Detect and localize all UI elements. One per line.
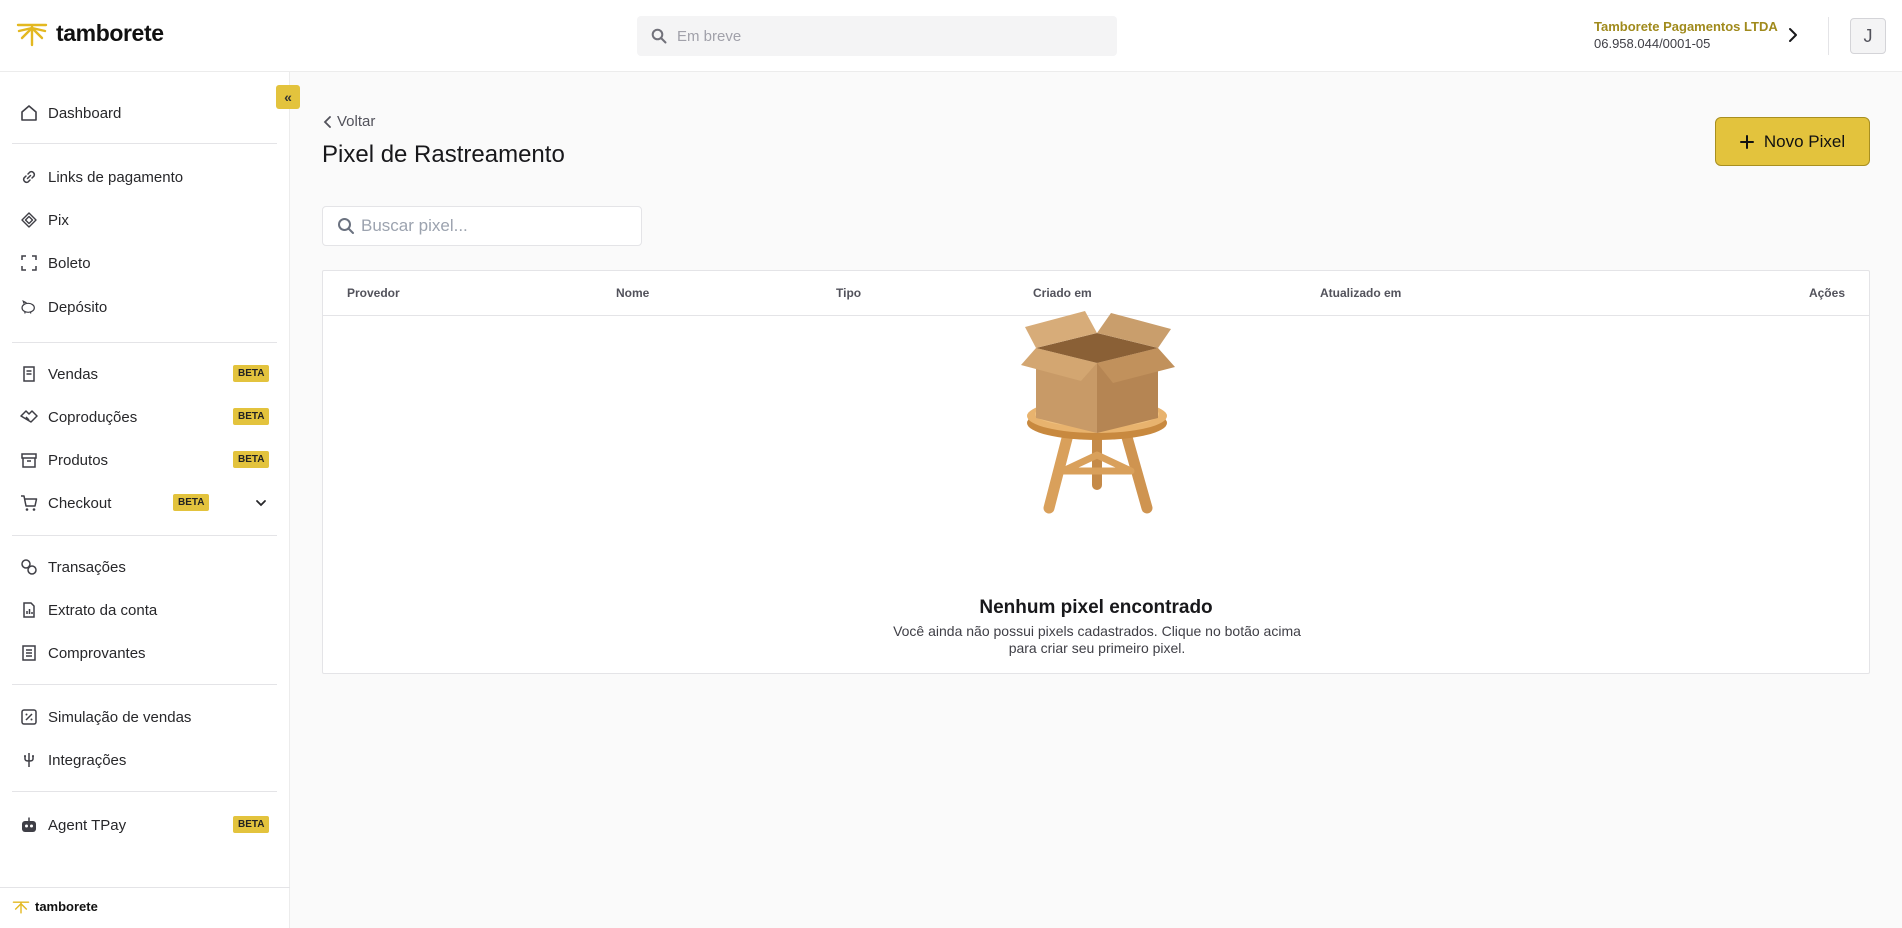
- sidebar-item-label: Integrações: [48, 751, 127, 769]
- list-icon: [20, 644, 38, 662]
- tamborete-logo[interactable]: tamborete: [16, 20, 164, 47]
- beta-badge: BETA: [173, 494, 210, 511]
- sidebar-item-label: Boleto: [48, 254, 91, 272]
- column-header-criado-em: Criado em: [1033, 286, 1092, 300]
- sidebar-item-label: Dashboard: [48, 104, 122, 122]
- pixel-search-placeholder: Buscar pixel...: [361, 216, 468, 235]
- avatar[interactable]: J: [1850, 18, 1886, 54]
- sidebar-item-pix[interactable]: Pix: [20, 205, 270, 235]
- search-icon: [338, 218, 354, 234]
- sidebar-divider: [12, 535, 277, 536]
- pix-icon: [20, 211, 38, 229]
- sidebar-item-label: Checkout: [48, 494, 112, 512]
- sidebar-item-label: Agent TPay: [48, 816, 127, 834]
- sidebar-item-links-de-pagamento[interactable]: Links de pagamento: [20, 162, 270, 192]
- sidebar-item-label: Comprovantes: [48, 644, 146, 662]
- percent-icon: [20, 708, 38, 726]
- barcode-scan-icon: [20, 254, 38, 272]
- sidebar-divider: [12, 791, 277, 792]
- sidebar-item-label: Links de pagamento: [48, 168, 184, 186]
- beta-badge: BETA: [233, 408, 270, 425]
- logo-text: tamborete: [56, 20, 164, 46]
- exchange-icon: [20, 558, 38, 576]
- archive-box-icon: [20, 451, 38, 469]
- chevron-left-icon: [323, 115, 331, 128]
- global-search-placeholder: Em breve: [677, 27, 742, 45]
- pixel-table: Provedor Nome Tipo Criado em Atualizado …: [322, 270, 1870, 674]
- footer-logo-text: tamborete: [35, 899, 98, 914]
- link-icon: [20, 168, 38, 186]
- plug-icon: [20, 751, 38, 769]
- column-header-tipo: Tipo: [836, 286, 862, 300]
- column-header-acoes: Ações: [1808, 286, 1845, 300]
- sidebar-item-deposito[interactable]: Depósito: [20, 292, 270, 322]
- sidebar-divider: [12, 342, 277, 343]
- beta-badge: BETA: [233, 365, 270, 382]
- company-info[interactable]: Tamborete Pagamentos LTDA 06.958.044/000…: [1594, 19, 1778, 51]
- sidebar-item-simulacao-de-vendas[interactable]: Simulação de vendas: [20, 702, 270, 732]
- new-pixel-button[interactable]: Novo Pixel: [1715, 117, 1870, 166]
- sidebar-item-boleto[interactable]: Boleto: [20, 248, 270, 278]
- chevron-down-icon[interactable]: [255, 498, 267, 508]
- sidebar-divider: [12, 143, 277, 144]
- column-header-nome: Nome: [616, 286, 650, 300]
- sidebar-item-label: Extrato da conta: [48, 601, 158, 619]
- global-search-input[interactable]: Em breve: [637, 16, 1117, 56]
- pixel-search-input[interactable]: Buscar pixel...: [322, 206, 642, 246]
- plus-icon: [1739, 134, 1754, 149]
- sidebar-item-label: Coproduções: [48, 408, 138, 426]
- beta-badge: BETA: [233, 816, 270, 833]
- sidebar-item-label: Pix: [48, 211, 69, 229]
- home-icon: [20, 104, 38, 122]
- sidebar-divider: [12, 684, 277, 685]
- empty-box-on-stool-illustration: [1021, 311, 1175, 514]
- chevron-right-icon[interactable]: [1786, 26, 1800, 44]
- page-title: Pixel de Rastreamento: [322, 141, 565, 168]
- header-divider: [1828, 17, 1829, 55]
- sidebar-item-label: Vendas: [48, 365, 99, 383]
- sidebar-item-dashboard[interactable]: Dashboard: [20, 98, 270, 128]
- sidebar-item-extrato-da-conta[interactable]: Extrato da conta: [20, 595, 270, 625]
- sidebar-footer-divider: [0, 887, 290, 888]
- statement-icon: [20, 601, 38, 619]
- sidebar-collapse-button[interactable]: «: [276, 85, 300, 109]
- sidebar-item-label: Produtos: [48, 451, 109, 469]
- column-header-atualizado-em: Atualizado em: [1320, 286, 1402, 300]
- search-icon: [651, 28, 667, 44]
- receipt-icon: [20, 365, 38, 383]
- sidebar-item-checkout[interactable]: Checkout: [20, 488, 270, 518]
- column-header-provedor: Provedor: [347, 286, 400, 300]
- sidebar-item-label: Transações: [48, 558, 126, 576]
- empty-state-title: Nenhum pixel encontrado: [979, 597, 1213, 618]
- back-link[interactable]: Voltar: [323, 113, 375, 130]
- sidebar-item-transacoes[interactable]: Transações: [20, 552, 270, 582]
- robot-icon: [20, 816, 38, 834]
- company-cnpj: 06.958.044/0001-05: [1594, 36, 1711, 51]
- top-header: tamborete Em breve Tamborete Pagamentos …: [0, 0, 1902, 72]
- sidebar-item-label: Depósito: [48, 298, 108, 316]
- tamborete-logo-icon: [12, 900, 30, 914]
- empty-state-description: Você ainda não possui pixels cadastrados…: [893, 623, 1301, 656]
- back-label: Voltar: [337, 113, 376, 130]
- footer-logo: tamborete: [12, 899, 98, 914]
- piggy-bank-icon: [20, 298, 38, 316]
- sidebar-item-comprovantes[interactable]: Comprovantes: [20, 638, 270, 668]
- handshake-icon: [20, 408, 38, 426]
- cart-icon: [20, 494, 38, 512]
- company-name: Tamborete Pagamentos LTDA: [1594, 19, 1778, 34]
- tamborete-logo-icon: [16, 23, 48, 46]
- beta-badge: BETA: [233, 451, 270, 468]
- sidebar-item-integracoes[interactable]: Integrações: [20, 745, 270, 775]
- new-pixel-label: Novo Pixel: [1763, 131, 1846, 151]
- sidebar-item-label: Simulação de vendas: [48, 708, 192, 726]
